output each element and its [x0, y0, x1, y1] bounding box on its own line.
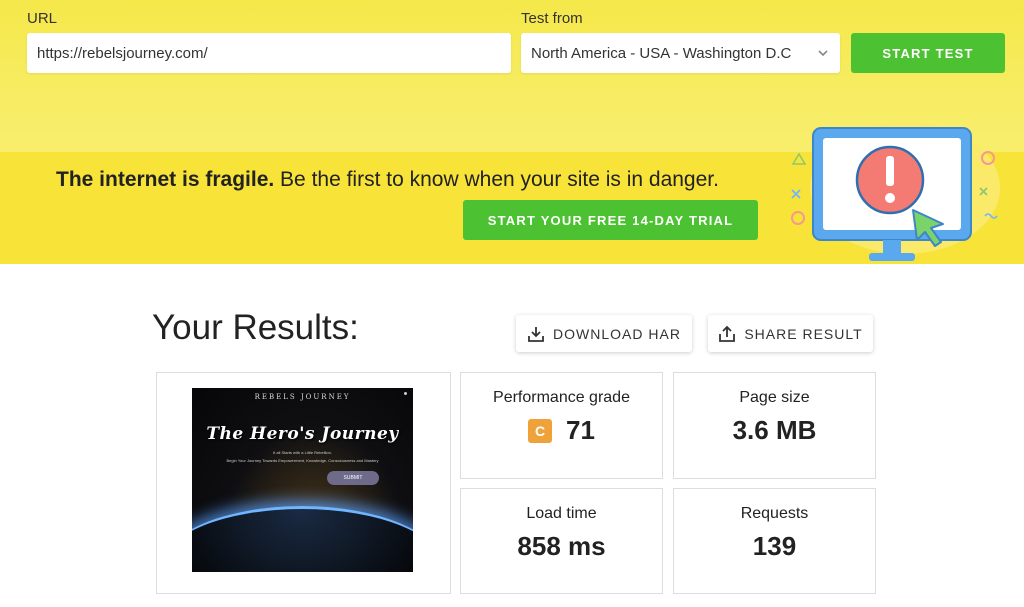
performance-score: 71	[566, 415, 595, 445]
banner-headline: The internet is fragile. Be the first to…	[56, 168, 719, 192]
performance-grade-label: Performance grade	[493, 389, 630, 406]
requests-card: Requests 139	[673, 488, 876, 594]
earth-horizon	[192, 506, 413, 572]
share-icon	[719, 325, 736, 342]
test-from-label: Test from	[521, 10, 583, 27]
load-time-label: Load time	[526, 505, 597, 522]
test-location-value: North America - USA - Washington D.C	[531, 44, 792, 62]
thumb-submit-button: SUBMIT	[327, 471, 379, 485]
download-icon	[528, 326, 544, 342]
thumb-hero-title: The Hero's Journey	[206, 424, 399, 444]
banner-headline-rest: Be the first to know when your site is i…	[274, 168, 719, 191]
load-time-card: Load time 858 ms	[460, 488, 663, 594]
share-result-label: SHARE RESULT	[744, 325, 863, 342]
performance-grade-value: C 71	[461, 415, 662, 446]
thumb-tagline: It all Starts with a Little Rebellion.	[273, 450, 332, 455]
results-title: Your Results:	[152, 308, 359, 347]
url-label: URL	[27, 10, 58, 27]
page-size-card: Page size 3.6 MB	[673, 372, 876, 479]
page-size-label: Page size	[739, 389, 810, 406]
monitor-alert-icon	[791, 122, 1000, 261]
url-input[interactable]	[27, 33, 511, 73]
site-screenshot-card: REBELS JOURNEY The Hero's Journey It all…	[156, 372, 451, 594]
load-time-value: 858 ms	[517, 531, 606, 561]
grade-badge: C	[528, 418, 553, 443]
requests-value: 139	[752, 531, 797, 561]
banner-headline-bold: The internet is fragile.	[56, 168, 275, 191]
requests-label: Requests	[740, 505, 809, 522]
start-test-button[interactable]: START TEST	[851, 33, 1005, 73]
share-result-button[interactable]: SHARE RESULT	[708, 315, 873, 352]
performance-grade-card: Performance grade C 71	[460, 372, 663, 479]
chevron-down-icon	[818, 50, 828, 57]
thumb-site-name: REBELS JOURNEY	[254, 393, 351, 401]
free-trial-button[interactable]: START YOUR FREE 14-DAY TRIAL	[463, 200, 758, 240]
thumb-subline: Begin Your Journey Towards Empowerment, …	[226, 458, 379, 463]
download-har-button[interactable]: DOWNLOAD HAR	[516, 315, 692, 352]
download-har-label: DOWNLOAD HAR	[553, 325, 681, 342]
page-size-value: 3.6 MB	[732, 415, 817, 445]
test-location-select[interactable]: North America - USA - Washington D.C	[521, 33, 840, 73]
site-screenshot[interactable]: REBELS JOURNEY The Hero's Journey It all…	[192, 388, 413, 572]
